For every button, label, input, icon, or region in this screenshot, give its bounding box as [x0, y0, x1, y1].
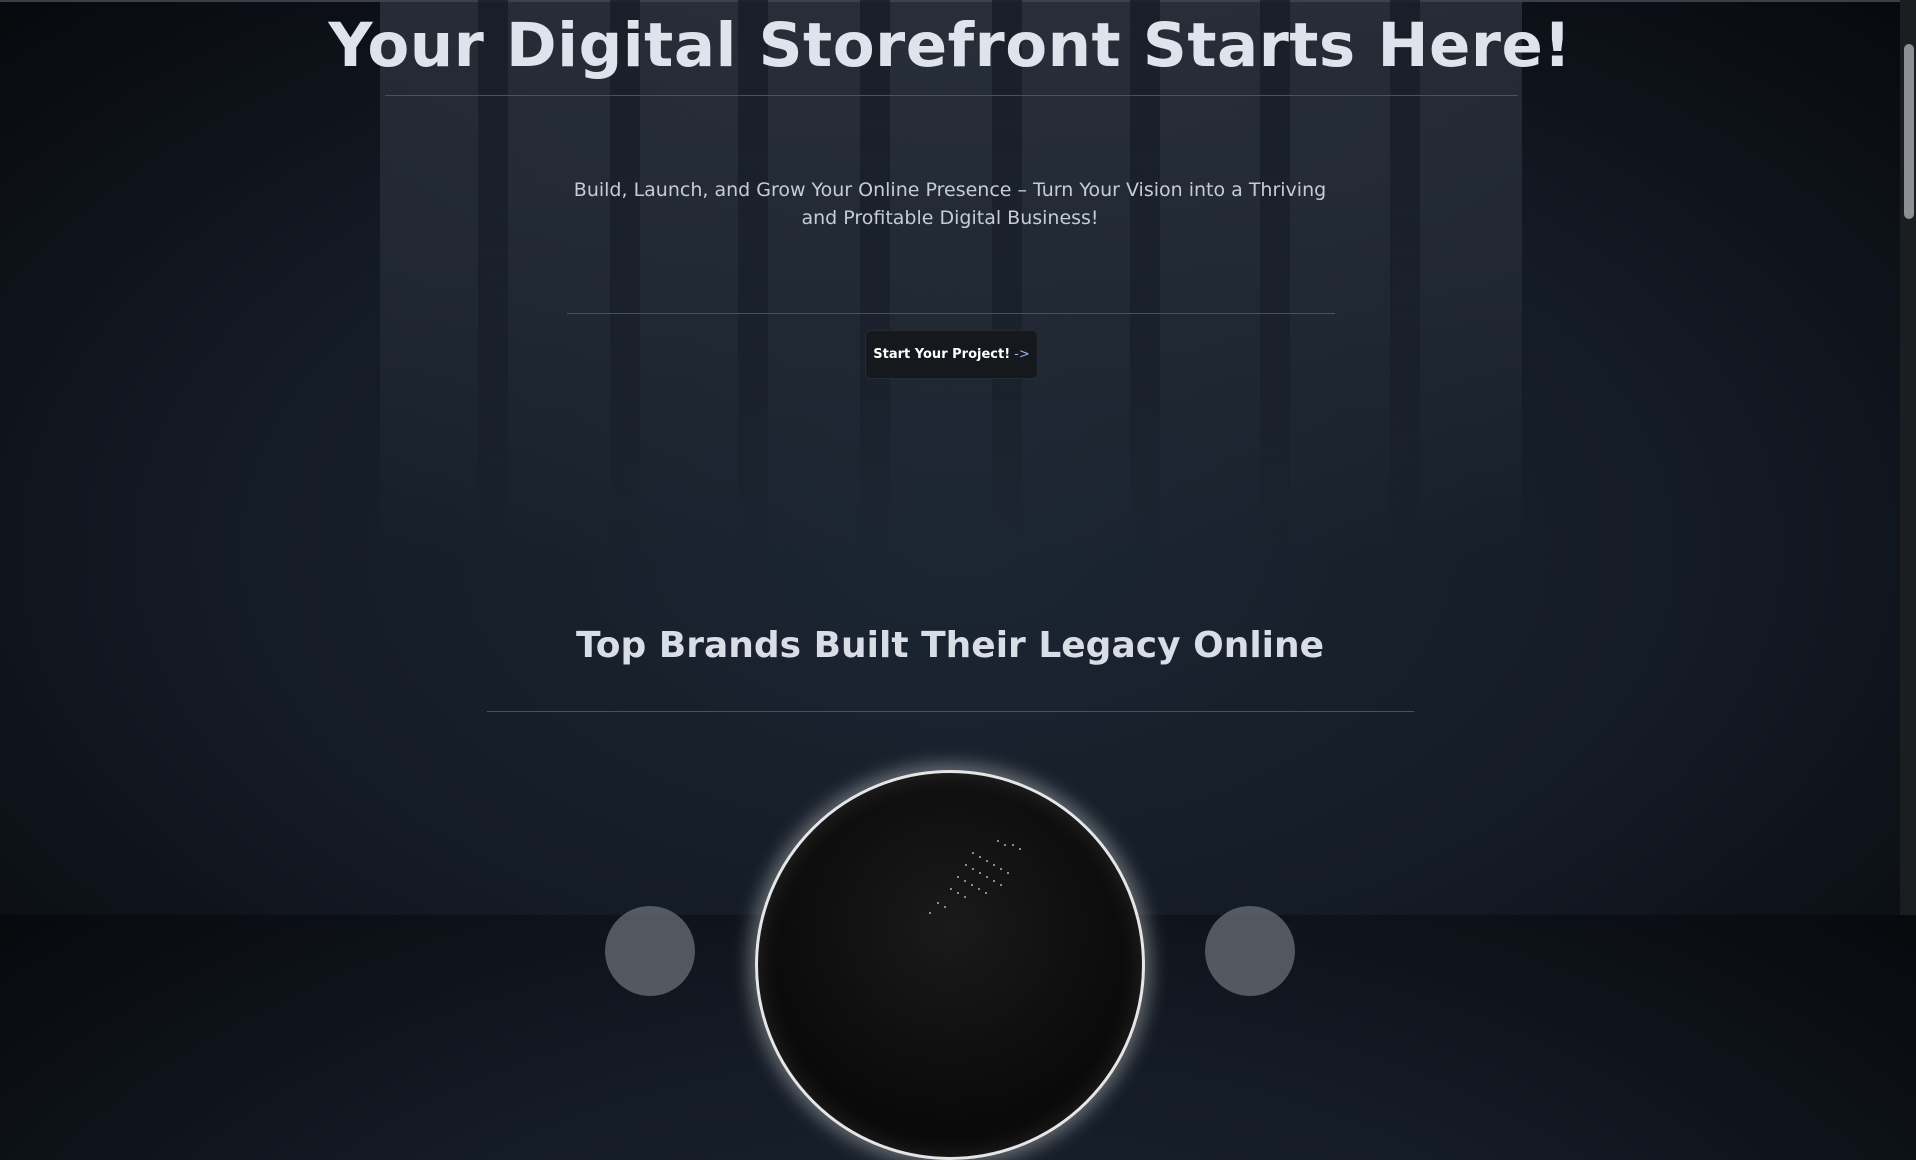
backdrop-pillar	[478, 0, 508, 560]
brands-divider	[487, 711, 1414, 712]
scrollbar-thumb[interactable]	[1904, 44, 1914, 219]
globe-icon	[755, 770, 1145, 1160]
backdrop-pillar	[1130, 0, 1160, 560]
backdrop-pillar	[1260, 0, 1290, 560]
title-divider	[385, 95, 1518, 96]
hero-tagline: Build, Launch, and Grow Your Online Pres…	[573, 179, 1327, 229]
backdrop-pillar	[1390, 0, 1420, 560]
brand-bubble-left	[605, 906, 695, 996]
hero-backdrop	[380, 0, 1522, 560]
backdrop-pillar	[992, 0, 1022, 560]
page-scrollbar[interactable]	[1900, 0, 1916, 915]
backdrop-pillar	[610, 0, 640, 560]
globe-dots	[929, 840, 1021, 914]
start-project-button[interactable]: Start Your Project! ->	[865, 330, 1038, 379]
brand-bubble-right	[1205, 906, 1295, 996]
backdrop-pillar	[860, 0, 890, 560]
tagline-divider	[567, 313, 1335, 314]
hero-title: Your Digital Storefront Starts Here!	[328, 10, 1572, 81]
brands-section-title: Top Brands Built Their Legacy Online	[575, 625, 1325, 666]
start-project-label: Start Your Project!	[873, 347, 1011, 362]
arrow-icon: ->	[1014, 347, 1030, 362]
backdrop-pillar	[738, 0, 768, 560]
